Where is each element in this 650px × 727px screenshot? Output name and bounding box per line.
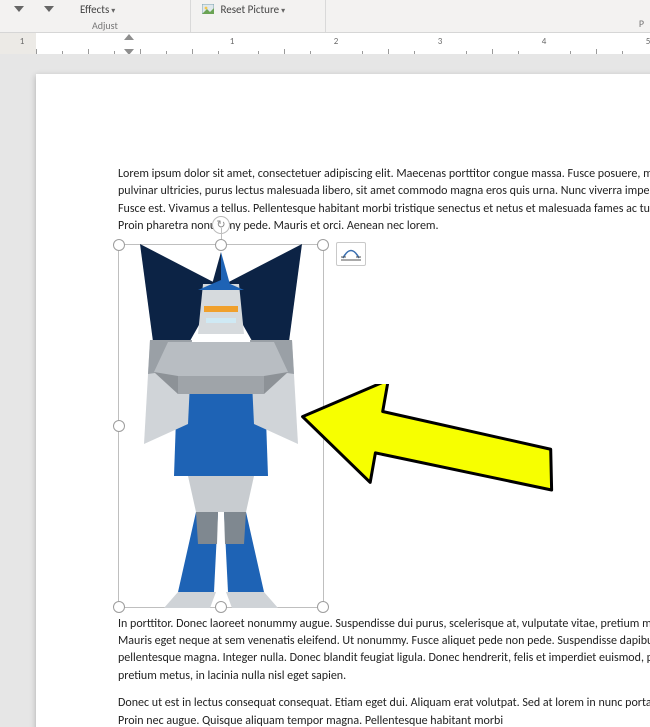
ribbon-group-adjust: Adjust [92, 19, 118, 32]
reset-picture-label: Reset Picture [221, 3, 280, 16]
paragraph-1[interactable]: Lorem ipsum dolor sit amet, consectetuer… [118, 166, 650, 236]
ruler-number: 1 [20, 36, 25, 47]
resize-handle-b[interactable] [215, 601, 227, 613]
resize-handle-br[interactable] [317, 601, 329, 613]
ruler-number: 2 [334, 36, 339, 47]
ribbon-dropdown-2[interactable] [44, 2, 54, 16]
ruler-number: 4 [542, 36, 547, 47]
ribbon-dropdown-1[interactable] [14, 2, 24, 16]
layout-options-icon [341, 247, 361, 261]
chevron-down-icon: ▾ [281, 6, 285, 16]
resize-handle-l[interactable] [113, 420, 125, 432]
horizontal-ruler[interactable]: 1 1 2 3 4 5 [0, 33, 650, 56]
selected-picture[interactable]: ↻ [118, 244, 324, 608]
resize-handle-t[interactable] [215, 239, 227, 251]
reset-picture-icon [202, 4, 214, 14]
reset-picture-button[interactable]: Reset Picture▾ [202, 3, 285, 16]
resize-handle-r[interactable] [317, 420, 329, 432]
ruler-number: 3 [438, 36, 443, 47]
ribbon: Effects▾ Reset Picture▾ Adjust P [0, 0, 650, 33]
resize-handle-tl[interactable] [113, 239, 125, 251]
effects-menu[interactable]: Effects▾ [80, 3, 115, 16]
rotation-handle[interactable]: ↻ [212, 216, 230, 234]
layout-options-button[interactable] [336, 242, 366, 266]
paragraph-2[interactable]: In porttitor. Donec laoreet nonummy augu… [118, 616, 650, 686]
effects-label: Effects [80, 3, 109, 16]
robot-image [118, 244, 324, 608]
chevron-down-icon: ▾ [111, 6, 115, 16]
document-page[interactable]: Lorem ipsum dolor sit amet, consectetuer… [36, 74, 650, 727]
ribbon-separator [325, 0, 326, 32]
ruler-number: 5 [646, 36, 650, 47]
ruler-number: 1 [230, 36, 235, 47]
first-line-indent-marker[interactable] [124, 34, 134, 40]
resize-handle-bl[interactable] [113, 601, 125, 613]
ribbon-separator [190, 0, 191, 32]
ribbon-group-partial: P [639, 17, 644, 30]
paragraph-3[interactable]: Donec ut est in lectus consequat consequ… [118, 695, 650, 727]
document-workspace: Lorem ipsum dolor sit amet, consectetuer… [0, 54, 650, 727]
resize-handle-tr[interactable] [317, 239, 329, 251]
